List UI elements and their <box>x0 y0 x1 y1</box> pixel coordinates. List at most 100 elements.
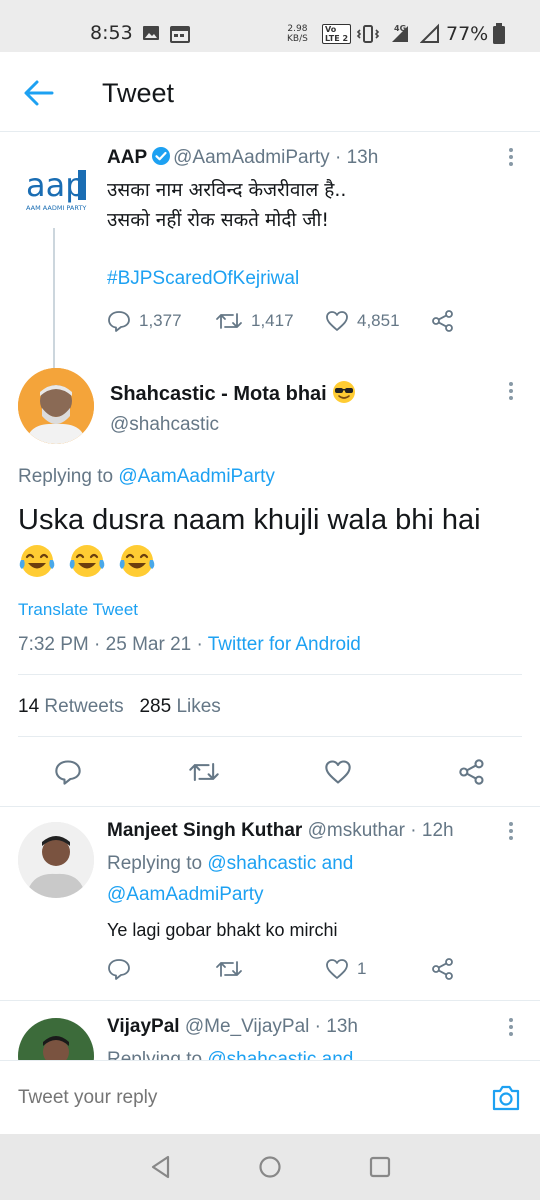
tweet-timestamp: 7:32 PM · 25 Mar 21 · Twitter for Androi… <box>18 634 361 655</box>
hashtag-link[interactable]: #BJPScaredOfKejriwal <box>107 268 299 290</box>
tweet-stats: 14 Retweets 285 Likes <box>18 696 221 718</box>
camera-icon[interactable] <box>490 1083 522 1113</box>
verified-badge-icon <box>152 147 171 165</box>
replying-to-link[interactable]: @shahcastic and <box>207 853 353 874</box>
svg-text:AAM AADMI PARTY: AAM AADMI PARTY <box>26 204 86 212</box>
share-icon <box>432 310 453 332</box>
like-count: 4,851 <box>357 311 400 330</box>
more-options-icon[interactable] <box>508 148 514 168</box>
reply-count: 1,377 <box>139 311 182 330</box>
tears-of-joy-emoji-icon <box>119 545 155 577</box>
tweet-text: Ye lagi gobar bhakt ko mirchi <box>107 920 338 940</box>
main-tweet-actions <box>0 758 540 788</box>
thread-connector <box>53 228 55 368</box>
tears-of-joy-emoji-icon <box>69 545 105 577</box>
system-nav-bar <box>0 1134 540 1200</box>
reply-header: VijayPal @Me_VijayPal · 13h <box>107 1016 358 1038</box>
divider <box>18 736 522 737</box>
network-speed: 2.98 KB/S <box>287 24 308 44</box>
retweets-stat[interactable]: 14 Retweets <box>18 696 124 717</box>
replying-to: Replying to @shahcastic and <box>107 1044 353 1060</box>
author-name[interactable]: Shahcastic - Mota bhai <box>110 380 356 406</box>
status-time: 8:53 <box>90 22 133 44</box>
tweet-source-link[interactable]: Twitter for Android <box>208 634 361 655</box>
aap-logo-icon: aap AAM AADMI PARTY <box>26 166 86 212</box>
like-count: 1 <box>357 959 367 978</box>
reply-composer <box>0 1060 540 1134</box>
nav-home-icon[interactable] <box>257 1154 283 1180</box>
retweet-icon <box>216 961 242 977</box>
author-name[interactable]: AAP <box>107 147 147 168</box>
author-name[interactable]: Manjeet Singh Kuthar <box>107 820 302 841</box>
heart-icon <box>326 959 348 979</box>
signal-4g-icon: 4G <box>392 24 408 42</box>
share-icon[interactable] <box>458 758 486 786</box>
heart-icon[interactable] <box>324 758 352 786</box>
avatar[interactable] <box>18 1018 94 1060</box>
avatar-image <box>18 368 94 444</box>
reply-input[interactable] <box>18 1087 398 1109</box>
avatar-image <box>18 1018 94 1060</box>
like-button[interactable]: 1 <box>325 958 366 980</box>
share-button[interactable] <box>431 958 455 980</box>
svg-text:aap: aap <box>26 166 86 204</box>
tweet-text: उसका नाम अरविन्द केजरीवाल है.. उसको नहीं… <box>107 179 347 231</box>
author-handle[interactable]: @mskuthar · 12h <box>308 820 454 841</box>
svg-text:4G: 4G <box>394 24 406 33</box>
tears-of-joy-emoji-icon <box>19 545 55 577</box>
retweet-button[interactable]: 1,417 <box>215 310 294 332</box>
translate-tweet-link[interactable]: Translate Tweet <box>18 600 138 620</box>
reply-button[interactable]: 1,377 <box>107 310 182 332</box>
author-handle[interactable]: @Me_VijayPal · 13h <box>185 1016 358 1037</box>
back-arrow-icon[interactable] <box>22 78 56 108</box>
heart-icon <box>326 311 348 331</box>
replying-to-link[interactable]: @AamAadmiParty <box>118 466 275 487</box>
reply-icon[interactable] <box>54 758 82 786</box>
emoji-row <box>18 542 156 580</box>
signal-icon <box>420 23 439 43</box>
retweet-count: 1,417 <box>251 311 294 330</box>
battery-percent: 77% <box>446 23 489 45</box>
more-options-icon[interactable] <box>508 822 514 842</box>
more-options-icon[interactable] <box>508 1018 514 1038</box>
author-name[interactable]: VijayPal <box>107 1016 180 1037</box>
status-bar: 8:53 2.98 KB/S Vo LTE 2 4G 77% <box>0 0 540 52</box>
like-button[interactable]: 4,851 <box>325 310 400 332</box>
parent-tweet[interactable]: aap AAM AADMI PARTY AAP @AamAadmiParty · … <box>0 140 540 350</box>
nav-recents-icon[interactable] <box>367 1154 393 1180</box>
aap-logo-avatar[interactable]: aap AAM AADMI PARTY <box>18 156 90 220</box>
volte-badge: Vo LTE 2 <box>322 24 352 44</box>
tweet-header: AAP @AamAadmiParty · 13h <box>107 146 378 169</box>
tweet-time: · 13h <box>334 147 379 168</box>
reply-icon <box>108 311 130 332</box>
retweet-icon <box>216 313 242 329</box>
page-title: Tweet <box>102 78 175 108</box>
reply-icon <box>108 959 130 980</box>
more-options-icon[interactable] <box>508 382 514 402</box>
replying-to: Replying to @AamAadmiParty <box>18 466 275 487</box>
reply-tweet[interactable]: Manjeet Singh Kuthar @mskuthar · 12h Rep… <box>0 812 540 1000</box>
share-button[interactable] <box>431 310 455 332</box>
likes-stat[interactable]: 285 Likes <box>139 696 220 717</box>
tweet-actions: 1,377 1,417 4,851 <box>107 310 507 340</box>
sunglasses-emoji-icon <box>333 381 356 403</box>
avatar[interactable] <box>18 822 94 898</box>
retweet-button[interactable] <box>215 958 243 980</box>
vibrate-icon <box>356 25 380 43</box>
reply-header: Manjeet Singh Kuthar @mskuthar · 12h <box>107 820 454 842</box>
retweet-icon[interactable] <box>188 758 220 786</box>
tweet-text: Uska dusra naam khujli wala bhi hai <box>18 504 481 536</box>
reply-button[interactable] <box>107 958 131 980</box>
replying-to: Replying to @shahcastic and @AamAadmiPar… <box>107 848 353 910</box>
reply-tweet[interactable]: VijayPal @Me_VijayPal · 13h Replying to … <box>0 1006 540 1060</box>
battery-icon <box>493 23 505 44</box>
calendar-notification-icon <box>170 26 190 43</box>
replying-to-link[interactable]: @shahcastic and <box>207 1049 353 1060</box>
replying-to-link[interactable]: @AamAadmiParty <box>107 879 353 910</box>
nav-back-icon[interactable] <box>148 1154 174 1180</box>
author-handle[interactable]: @shahcastic <box>110 414 219 436</box>
divider <box>0 806 540 807</box>
author-handle[interactable]: @AamAadmiParty <box>173 147 330 168</box>
avatar-image <box>18 822 94 898</box>
avatar[interactable] <box>18 368 94 444</box>
